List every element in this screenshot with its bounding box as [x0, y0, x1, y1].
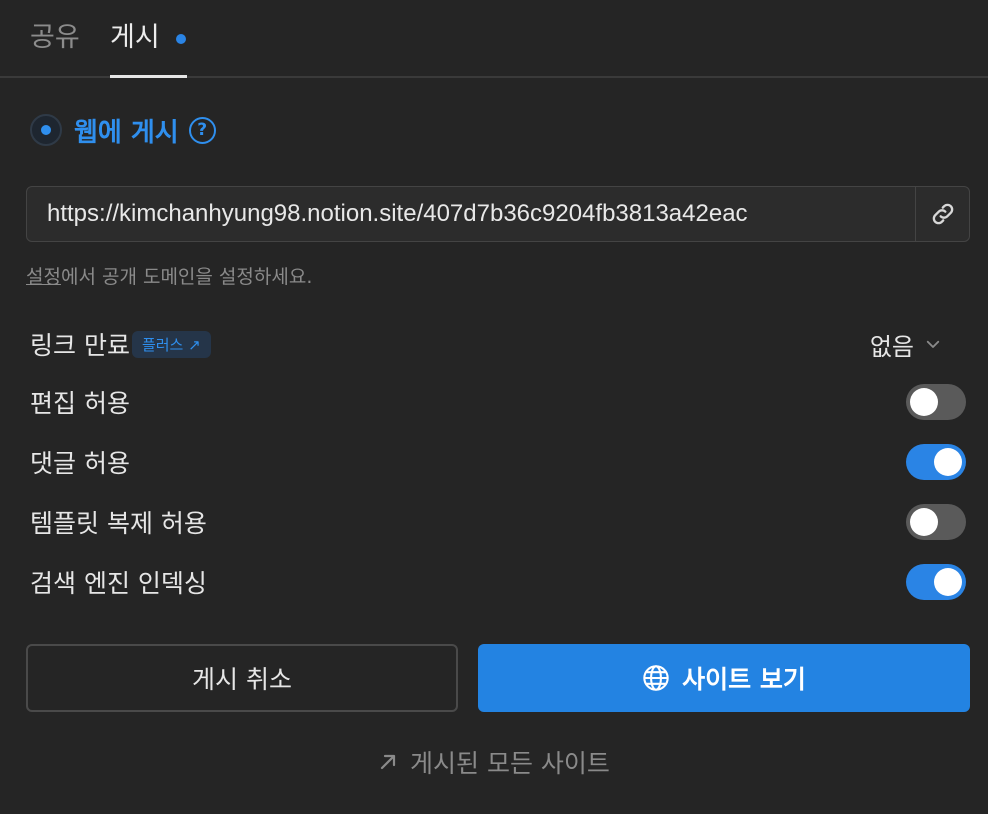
link-expiry-label: 링크 만료	[30, 331, 130, 360]
tab-share[interactable]: 공유	[30, 18, 80, 76]
view-site-button[interactable]: 사이트 보기	[478, 644, 970, 712]
search-indexing-row: 검색 엔진 인덱싱	[30, 562, 966, 602]
link-expiry-value: 없음	[869, 332, 914, 361]
all-published-sites-label: 게시된 모든 사이트	[410, 749, 610, 778]
allow-duplicate-toggle[interactable]	[906, 504, 966, 540]
publish-status: 웹에 게시 ?	[30, 112, 216, 148]
link-expiry-select[interactable]: 없음	[870, 327, 942, 362]
allow-edit-row: 편집 허용	[30, 382, 966, 422]
publish-status-label: 웹에 게시	[74, 117, 179, 148]
domain-hint: 설정에서 공개 도메인을 설정하세요.	[26, 262, 312, 289]
allow-duplicate-row: 템플릿 복제 허용	[30, 502, 966, 542]
unpublish-button[interactable]: 게시 취소	[26, 644, 458, 712]
link-icon	[932, 203, 953, 225]
all-published-sites-link[interactable]: 게시된 모든 사이트	[376, 744, 610, 780]
chevron-down-icon	[926, 340, 940, 348]
help-icon[interactable]: ?	[188, 116, 216, 144]
tab-bar: 공유 게시	[0, 0, 988, 78]
allow-edit-toggle[interactable]	[906, 384, 966, 420]
plus-plan-badge[interactable]: 플러스 ↗	[131, 330, 211, 358]
search-indexing-toggle[interactable]	[906, 564, 966, 600]
arrow-up-right-icon	[380, 754, 396, 770]
unpublish-button-label: 게시 취소	[192, 665, 292, 694]
allow-comments-label: 댓글 허용	[30, 449, 130, 478]
search-indexing-label: 검색 엔진 인덱싱	[30, 569, 207, 598]
public-url-field[interactable]: https://kimchanhyung98.notion.site/407d7…	[26, 186, 970, 242]
allow-comments-row: 댓글 허용	[30, 442, 966, 482]
link-expiry-row: 링크 만료 플러스 ↗ 없음	[30, 324, 966, 364]
copy-link-button[interactable]	[915, 187, 969, 241]
allow-comments-toggle[interactable]	[906, 444, 966, 480]
globe-icon	[643, 665, 669, 691]
allow-duplicate-label: 템플릿 복제 허용	[30, 509, 207, 538]
domain-hint-text: 에서 공개 도메인을 설정하세요.	[60, 266, 313, 288]
tab-publish[interactable]: 게시	[110, 18, 187, 78]
settings-link[interactable]: 설정	[26, 266, 61, 288]
allow-edit-label: 편집 허용	[30, 389, 130, 418]
status-radio-icon	[30, 114, 62, 146]
public-url-text[interactable]: https://kimchanhyung98.notion.site/407d7…	[27, 187, 915, 241]
tab-publish-indicator-dot	[176, 34, 186, 44]
view-site-button-label: 사이트 보기	[682, 665, 806, 694]
